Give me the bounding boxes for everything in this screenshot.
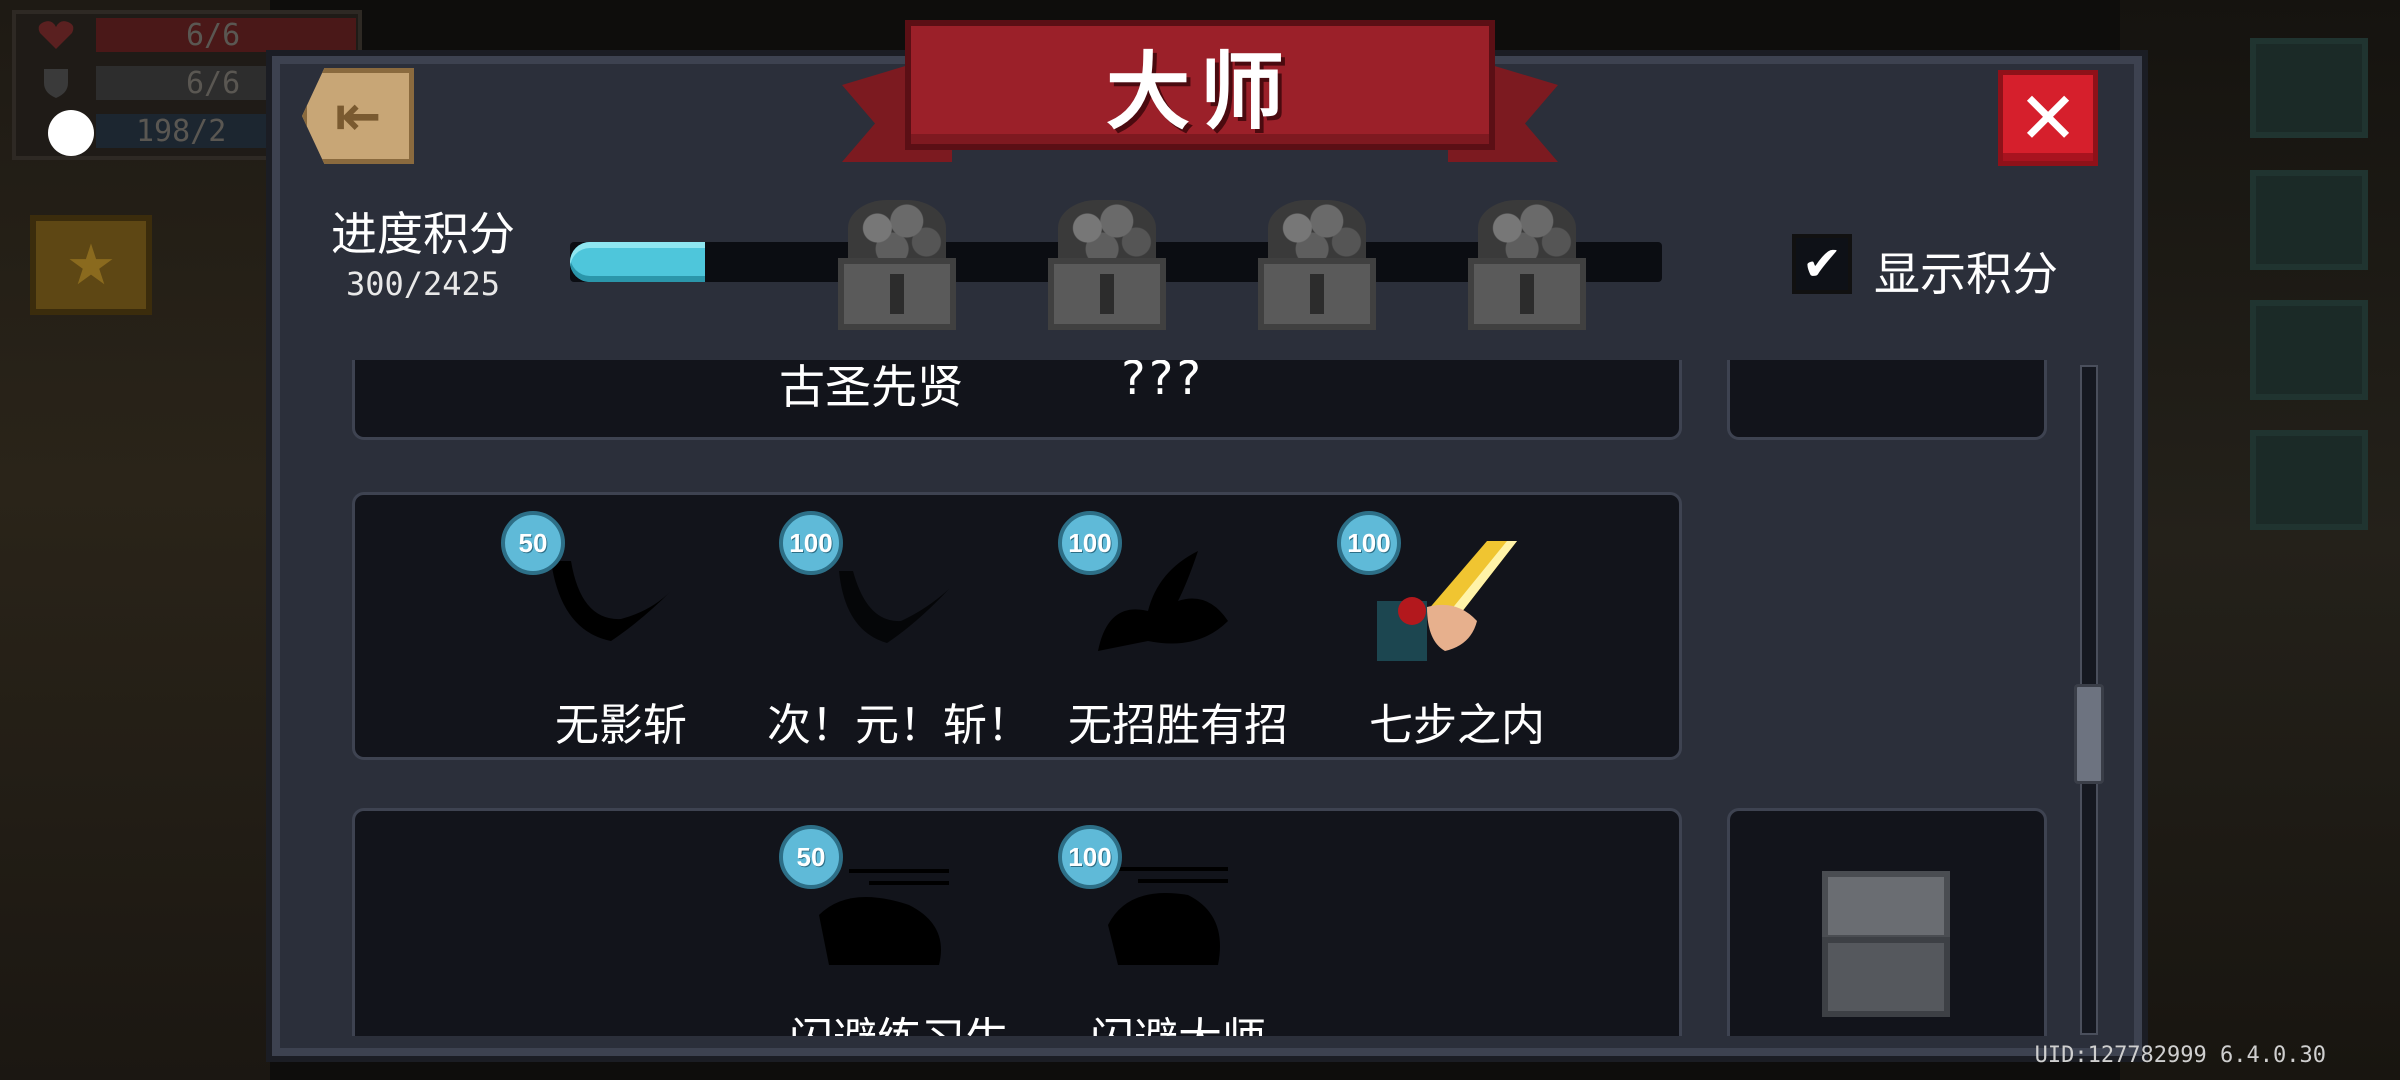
points-badge: 100 bbox=[1058, 511, 1122, 575]
points-badge: 100 bbox=[1337, 511, 1401, 575]
achievement-list[interactable]: 古圣先贤 ??? 50 无影斩 100 次！元！斩！ 100 无招胜有招 100 bbox=[352, 360, 2052, 1036]
star-icon[interactable]: ★ bbox=[30, 215, 152, 315]
achievement-row: 50 无影斩 100 次！元！斩！ 100 无招胜有招 100 七步之内 bbox=[352, 492, 1682, 760]
achievement-item[interactable]: 100 无招胜有招 bbox=[1058, 511, 1298, 751]
shop-cart-button[interactable] bbox=[2250, 300, 2368, 400]
energy-text: 198/2 bbox=[136, 113, 227, 149]
progress-fill bbox=[570, 242, 706, 282]
achievement-item[interactable]: 50 闪避练习生 bbox=[779, 825, 1019, 1036]
scrollbar-thumb[interactable] bbox=[2074, 684, 2104, 784]
show-score-checkbox[interactable]: ✔ bbox=[1792, 234, 1852, 294]
chest-icon bbox=[1468, 258, 1586, 330]
armor-bar: 6/6 bbox=[36, 66, 356, 101]
chest-icon bbox=[1048, 258, 1166, 330]
show-score-label: 显示积分 bbox=[1874, 247, 2058, 301]
points-badge: 100 bbox=[779, 511, 843, 575]
progress-value: 300/2425 bbox=[345, 265, 501, 303]
achievement-item[interactable]: 100 闪避大师 bbox=[1058, 825, 1298, 1036]
pause-button[interactable] bbox=[2250, 38, 2368, 138]
milestone-chest-3[interactable] bbox=[1258, 200, 1376, 330]
chest-icon bbox=[1258, 258, 1376, 330]
emote-button[interactable] bbox=[2250, 430, 2368, 530]
achievement-row: 古圣先贤 ??? bbox=[352, 360, 1682, 440]
shield-icon bbox=[44, 69, 68, 98]
achievement-item[interactable]: 50 无影斩 bbox=[501, 511, 741, 751]
points-badge: 50 bbox=[501, 511, 565, 575]
dialog-title: 大师 bbox=[1105, 41, 1294, 141]
back-button[interactable]: ⇤ bbox=[302, 68, 414, 164]
checkmark-icon: ✔ bbox=[1801, 236, 1843, 292]
health-bar: 6/6 bbox=[36, 18, 356, 53]
refresh-button[interactable] bbox=[2250, 170, 2368, 270]
close-button[interactable]: ✕ bbox=[1998, 70, 2098, 166]
points-badge: 50 bbox=[779, 825, 843, 889]
row-reward-slot[interactable] bbox=[1727, 360, 2047, 440]
row-reward-slot[interactable] bbox=[1727, 808, 2047, 1036]
milestone-chest-2[interactable] bbox=[1048, 200, 1166, 330]
title-banner: 大师 bbox=[905, 20, 1495, 150]
background-scene-left bbox=[0, 0, 270, 1080]
heart-icon bbox=[38, 21, 74, 49]
reward-chest-icon bbox=[1822, 871, 1950, 1021]
health-text: 6/6 bbox=[186, 17, 241, 53]
achievement-name: 闪避大师 bbox=[998, 1003, 1358, 1036]
armor-text: 6/6 bbox=[186, 65, 241, 101]
milestone-chest-1[interactable] bbox=[838, 200, 956, 330]
row-label-1: 古圣先贤 bbox=[779, 360, 963, 414]
achievement-row: 50 闪避练习生 100 闪避大师 bbox=[352, 808, 1682, 1036]
points-badge: 100 bbox=[1058, 825, 1122, 889]
achievement-item[interactable]: 100 次！元！斩！ bbox=[767, 511, 1031, 751]
achievement-item[interactable]: 100 七步之内 bbox=[1337, 511, 1577, 751]
uid-version-text: UID:127782999 6.4.0.30 bbox=[2034, 1043, 2326, 1068]
progress-label: 进度积分 bbox=[331, 207, 515, 261]
joystick-indicator[interactable] bbox=[48, 110, 94, 156]
row-label-2: ??? bbox=[1119, 360, 1203, 405]
achievement-name: 七步之内 bbox=[1369, 700, 1545, 751]
exit-icon: ⇤ bbox=[334, 83, 382, 149]
chest-icon bbox=[838, 258, 956, 330]
background-scene-right bbox=[2120, 0, 2400, 1080]
milestone-chest-4[interactable] bbox=[1468, 200, 1586, 330]
close-icon: ✕ bbox=[2017, 76, 2079, 160]
